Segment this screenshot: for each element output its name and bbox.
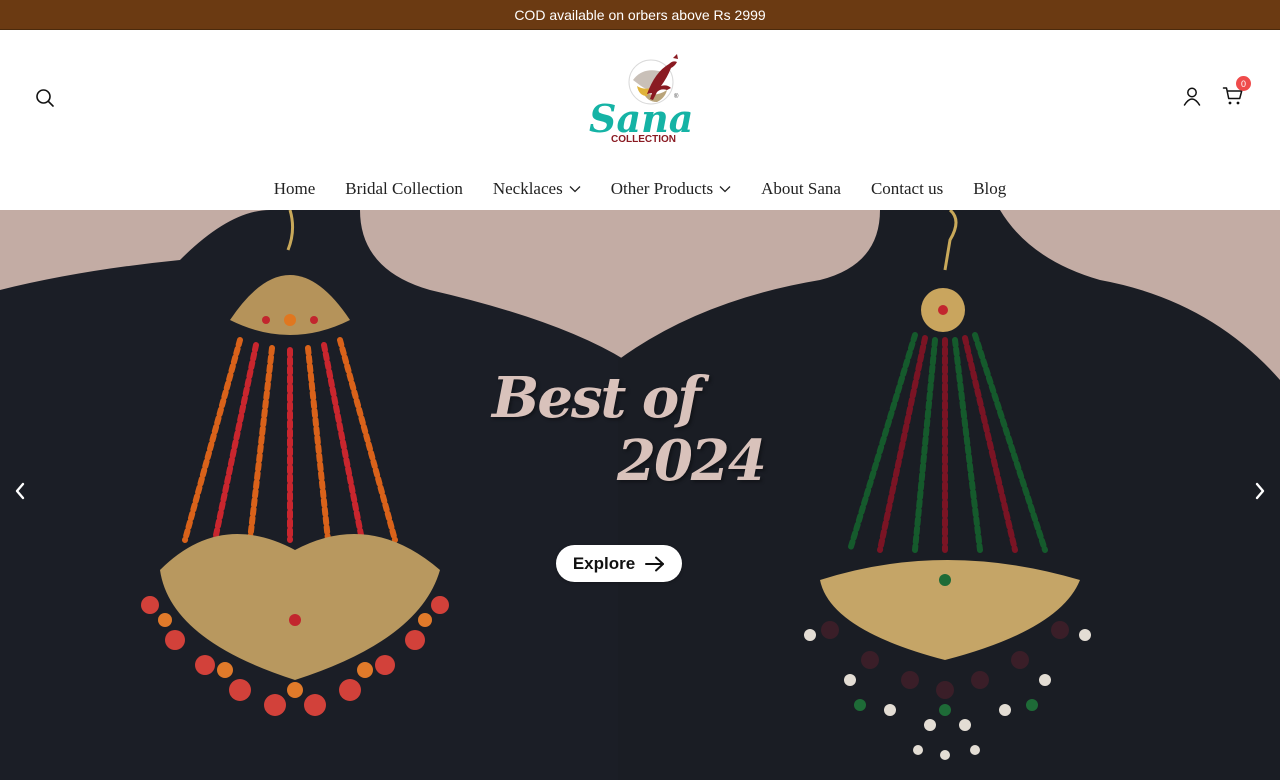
nav-item-blog[interactable]: Blog (973, 179, 1006, 199)
nav-item-bridal-collection[interactable]: Bridal Collection (345, 179, 463, 199)
main-nav: Home Bridal Collection Necklaces Other P… (0, 170, 1280, 208)
nav-item-about-sana[interactable]: About Sana (761, 179, 841, 199)
nav-item-label: Contact us (870, 179, 944, 198)
chevron-down-icon (569, 186, 581, 193)
announcement-bar: COD available on orbers above Rs 2999 (0, 0, 1280, 30)
nav-item-label: Other Products (610, 179, 714, 198)
slide-prev-button[interactable] (8, 478, 32, 504)
cart-button[interactable]: 0 (1219, 76, 1251, 110)
search-button[interactable] (31, 84, 59, 112)
nav-item-necklaces[interactable]: Necklaces (493, 179, 581, 199)
hero-headline-line2: 2024 (617, 428, 767, 494)
slide-next-button[interactable] (1248, 478, 1272, 504)
user-icon (1183, 87, 1201, 106)
chevron-left-icon (15, 482, 25, 500)
cart-count-badge: 0 (1236, 76, 1251, 91)
nav-item-label: Necklaces (492, 179, 563, 198)
site-header: ® Sana COLLECTION 0 Home Bridal Collecti… (0, 30, 1280, 210)
arrow-right-icon (645, 556, 665, 571)
hero-banner: Best of 2024 Explore (0, 210, 1280, 780)
nav-item-label: About Sana (761, 179, 841, 198)
nav-item-label: Blog (973, 179, 1007, 198)
site-logo[interactable]: ® Sana COLLECTION (575, 52, 705, 145)
chevron-right-icon (1255, 482, 1265, 500)
hero-headline-line1: Best of (492, 365, 701, 431)
nav-item-other-products[interactable]: Other Products (611, 179, 731, 199)
announcement-text: COD available on orbers above Rs 2999 (514, 6, 766, 23)
hero-image (0, 210, 1280, 780)
chevron-down-icon (719, 186, 731, 193)
sana-collection-logo: ® Sana COLLECTION (589, 54, 693, 145)
nav-item-contact-us[interactable]: Contact us (871, 179, 943, 199)
nav-item-home[interactable]: Home (274, 179, 316, 199)
explore-button[interactable]: Explore (556, 545, 682, 582)
account-button[interactable] (1178, 82, 1206, 110)
nav-item-label: Bridal Collection (345, 179, 463, 198)
nav-item-label: Home (273, 179, 316, 198)
svg-text:COLLECTION: COLLECTION (611, 134, 676, 144)
search-icon (36, 89, 54, 107)
explore-button-label: Explore (572, 553, 636, 573)
